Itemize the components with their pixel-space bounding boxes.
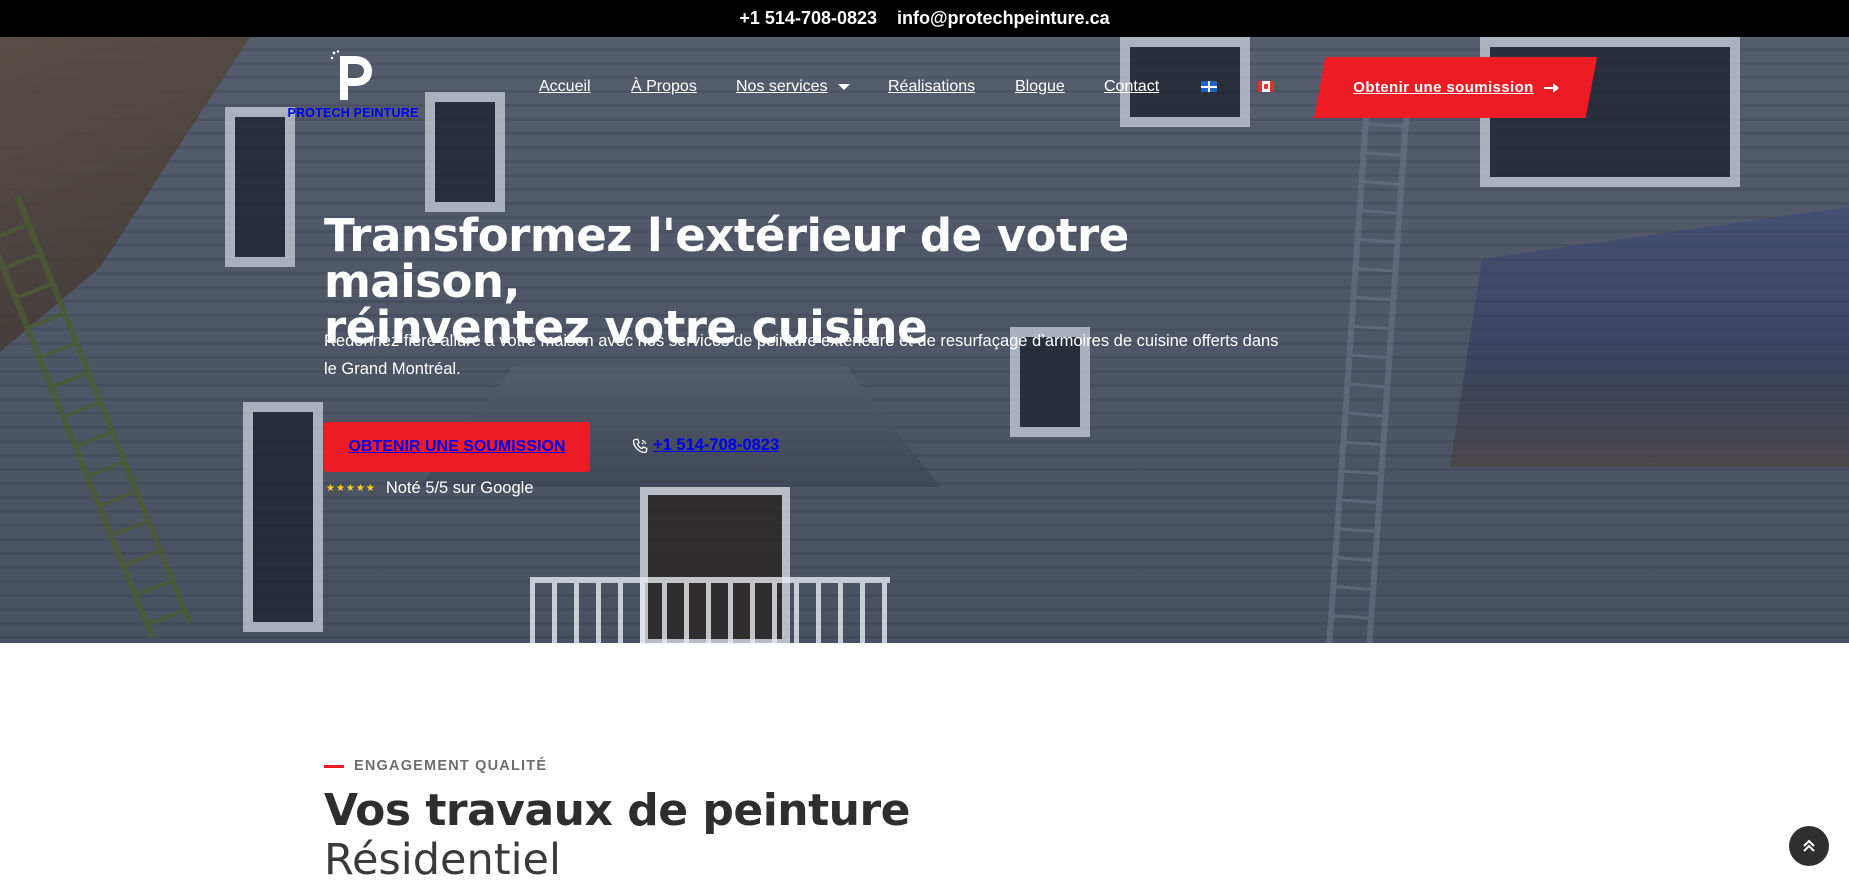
hero-quote-button[interactable]: OBTENIR UNE SOUMISSION	[324, 422, 590, 472]
quebec-flag-icon[interactable]	[1201, 81, 1217, 92]
nav-item-nos-services[interactable]: Nos services	[736, 78, 850, 96]
phone-icon	[632, 437, 648, 453]
google-rating: ★★★★★ Noté 5/5 sur Google	[326, 479, 534, 498]
nav-item-contact[interactable]: Contact	[1104, 78, 1159, 96]
hero-background-ladder	[1325, 96, 1411, 643]
hero-background-railing	[530, 577, 890, 643]
arrow-right-icon	[1543, 82, 1559, 93]
back-to-top-button[interactable]	[1789, 826, 1829, 866]
hero-title-line-1: Transformez l'extérieur de votre maison,	[324, 209, 1129, 308]
chevron-down-icon	[837, 84, 850, 90]
logo-text: PROTECH PEINTURE	[287, 106, 419, 120]
hero-background-window	[243, 402, 323, 632]
rating-text: Noté 5/5 sur Google	[385, 479, 534, 497]
top-contact-bar: +1 514-708-0823 info@protechpeinture.ca	[0, 0, 1849, 37]
logo-p-icon	[330, 50, 372, 100]
section-kicker-text: ENGAGEMENT QUALITÉ	[354, 758, 548, 774]
nav-item-a-propos[interactable]: À Propos	[631, 78, 697, 96]
nav-item-nos-services-label: Nos services	[736, 78, 828, 95]
nav-item-accueil[interactable]: Accueil	[539, 78, 591, 96]
hero-background-window	[225, 107, 295, 267]
site-logo[interactable]: PROTECH PEINTURE	[285, 50, 421, 122]
topbar-email-link[interactable]: info@protechpeinture.ca	[897, 8, 1110, 29]
topbar-phone-link[interactable]: +1 514-708-0823	[739, 8, 877, 29]
hero-phone-link[interactable]: +1 514-708-0823	[632, 436, 779, 455]
hero-subtitle: Redonnez fière allure à votre maison ave…	[324, 332, 1279, 378]
section-kicker: ENGAGEMENT QUALITÉ	[324, 758, 547, 774]
section-subtitle: Résidentiel	[324, 835, 561, 885]
header-quote-button-label: Obtenir une soumission	[1353, 79, 1534, 96]
double-chevron-up-icon	[1803, 839, 1815, 852]
nav-item-realisations[interactable]: Réalisations	[888, 78, 975, 96]
star-rating-icon: ★★★★★	[326, 483, 376, 494]
nav-item-blogue[interactable]: Blogue	[1015, 78, 1065, 96]
canada-flag-icon[interactable]	[1258, 81, 1274, 92]
section-title: Vos travaux de peinture	[324, 785, 911, 836]
hero-phone-number: +1 514-708-0823	[653, 436, 780, 454]
kicker-accent-line	[324, 764, 344, 768]
header-quote-button[interactable]: Obtenir une soumission	[1314, 57, 1597, 118]
hero-background-window	[425, 92, 505, 212]
hero-background-tarp	[1450, 207, 1849, 467]
